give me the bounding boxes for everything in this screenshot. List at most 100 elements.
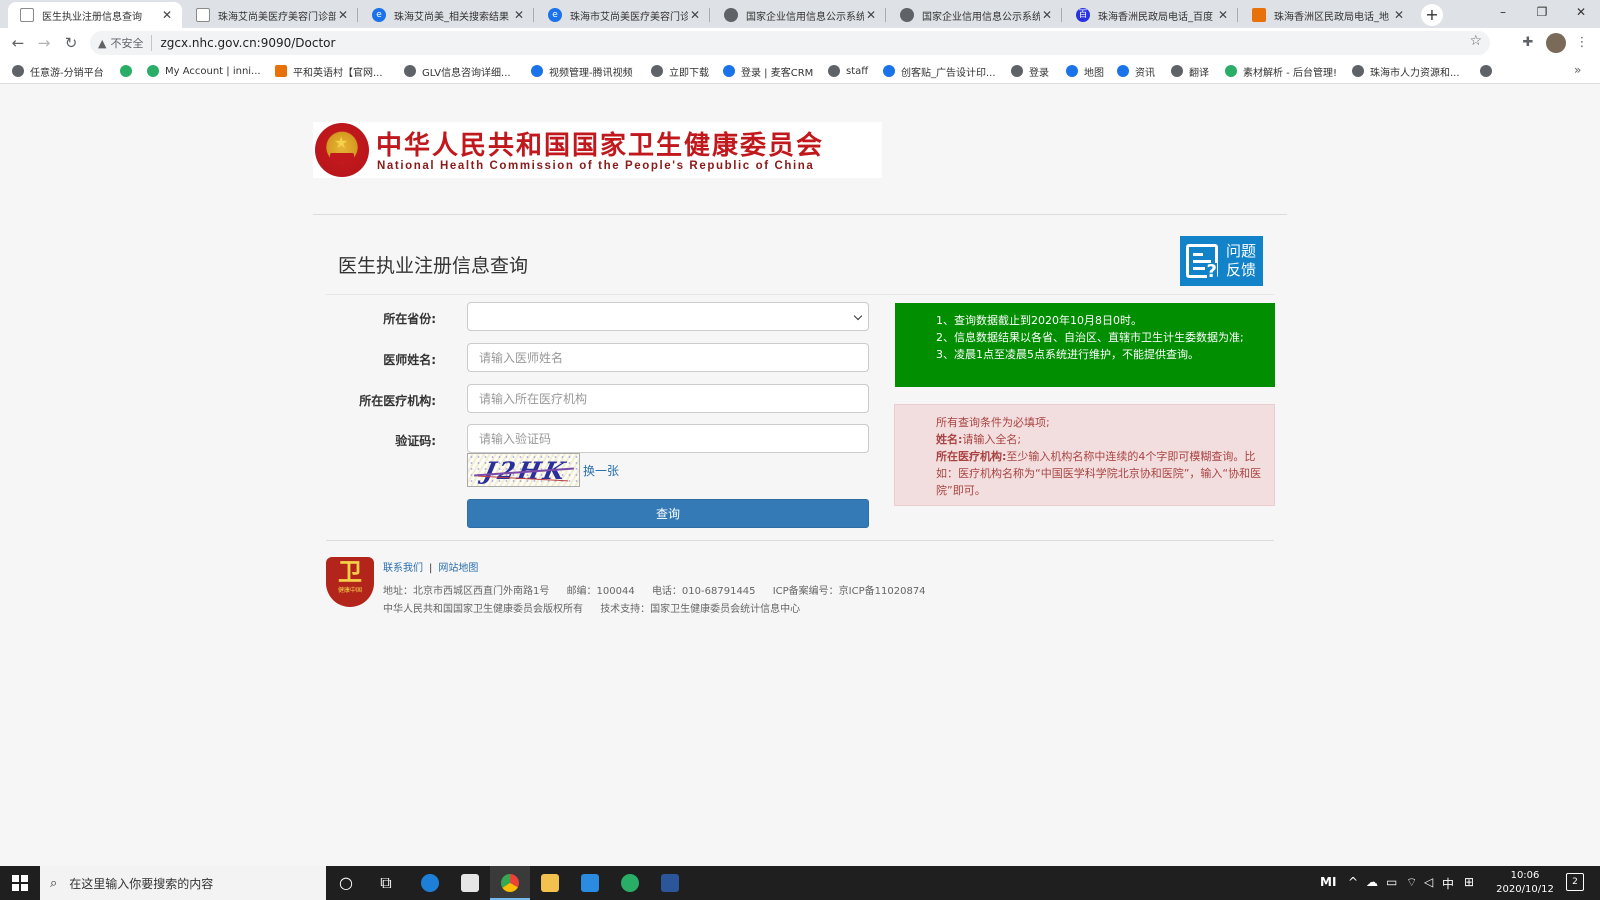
taskbar-search-box[interactable]: ⌕ 在这里输入你要搜索的内容: [40, 866, 326, 900]
bookmark-label: 登录 | 麦客CRM: [741, 67, 814, 79]
captcha-image[interactable]: J2HK: [467, 453, 580, 487]
close-tab-icon[interactable]: ✕: [160, 8, 174, 22]
close-tab-icon[interactable]: ✕: [688, 8, 702, 22]
refresh-captcha-link[interactable]: 换一张: [583, 462, 619, 479]
globe-icon: [1480, 65, 1492, 77]
page-icon: [275, 65, 287, 77]
warning-triangle-icon: ▲: [98, 36, 107, 50]
file-explorer-icon[interactable]: [530, 866, 570, 900]
doc-icon: [196, 8, 210, 22]
bookmark-star-icon[interactable]: ☆: [1469, 33, 1482, 49]
ime-indicator[interactable]: 中: [1442, 875, 1454, 892]
globe-icon: [724, 8, 738, 22]
institution-input[interactable]: [467, 384, 869, 413]
tab-doctor-query[interactable]: 医生执业注册信息查询 ✕: [8, 2, 182, 28]
windows-start-icon[interactable]: [12, 875, 28, 891]
tab-8[interactable]: 珠海香洲区民政局电话_地 ✕: [1240, 2, 1414, 28]
task-view-icon[interactable]: ⧉: [366, 866, 406, 900]
wifi-icon[interactable]: ⌔: [1406, 875, 1417, 890]
volume-muted-icon[interactable]: ◁: [1424, 875, 1433, 889]
sitemap-link[interactable]: 网站地图: [438, 563, 478, 574]
tab-divider: [357, 8, 358, 22]
tab-2[interactable]: 珠海艾尚美医疗美容门诊部 ✕: [184, 2, 358, 28]
bookmark-item[interactable]: GLV信息咨询详细...: [404, 62, 511, 80]
tab-5[interactable]: 国家企业信用信息公示系统 ✕: [712, 2, 886, 28]
bookmark-item[interactable]: 资讯: [1117, 62, 1155, 80]
reload-icon[interactable]: ↻: [61, 33, 81, 53]
bookmark-item[interactable]: 素材解析 - 后台管理!: [1225, 62, 1337, 80]
requirements-line: 所在医疗机构:至少输入机构名称中连续的4个字即可模糊查询。比如：医疗机构名称为“…: [936, 448, 1262, 499]
bookmark-item[interactable]: 任意游-分销平台: [12, 62, 104, 80]
bookmark-item[interactable]: 创客贴_广告设计印...: [883, 62, 996, 80]
feedback-button[interactable]: ? 问题反馈: [1180, 236, 1263, 286]
bookmark-item[interactable]: 珠海市人力资源和...: [1352, 62, 1460, 80]
contact-us-link[interactable]: 联系我们: [383, 563, 423, 574]
national-emblem-icon: ★: [315, 123, 369, 177]
url-text[interactable]: zgcx.nhc.gov.cn:9090/Doctor: [160, 36, 335, 50]
bookmark-item[interactable]: 登录 | 麦客CRM: [723, 62, 813, 80]
ime-mode-icon[interactable]: ⊞: [1464, 875, 1474, 889]
bookmark-item[interactable]: 平和英语村【官网...: [275, 62, 383, 80]
close-tab-icon[interactable]: ✕: [336, 8, 350, 22]
extensions-puzzle-icon[interactable]: ✚: [1518, 33, 1538, 53]
profile-avatar[interactable]: [1546, 33, 1566, 53]
bookmark-label: 珠海市人力资源和...: [1370, 67, 1460, 79]
edge-icon[interactable]: [410, 866, 450, 900]
province-select[interactable]: [467, 302, 869, 331]
bookmarks-bar: 任意游-分销平台 My Account | inni... 平和英语村【官网..…: [0, 58, 1600, 84]
search-icon: ⌕: [50, 875, 58, 891]
ie-icon: e: [372, 8, 386, 22]
battery-icon[interactable]: ▭: [1386, 875, 1397, 889]
bookmark-item[interactable]: staff: [828, 62, 868, 80]
bookmark-item[interactable]: My Account | inni...: [147, 62, 261, 80]
tab-divider: [1237, 8, 1238, 22]
tab-3[interactable]: e 珠海艾尚美_相关搜索结果 ✕: [360, 2, 534, 28]
footer-copyright: 中华人民共和国国家卫生健康委员会版权所有: [383, 604, 583, 615]
requirement-value: 请输入全名;: [962, 433, 1022, 446]
globe-icon: [1352, 65, 1364, 77]
word-icon[interactable]: [650, 866, 690, 900]
bookmark-item[interactable]: 翻译: [1171, 62, 1209, 80]
restore-button[interactable]: ❐: [1523, 0, 1561, 26]
minimize-button[interactable]: –: [1484, 0, 1522, 26]
bookmark-item[interactable]: 视频管理-腾讯视频: [531, 62, 633, 80]
close-tab-icon[interactable]: ✕: [1392, 8, 1406, 22]
notification-center-icon[interactable]: 2: [1566, 873, 1584, 891]
new-tab-button[interactable]: +: [1421, 4, 1443, 26]
tab-7[interactable]: 百 珠海香洲民政局电话_百度 ✕: [1064, 2, 1238, 28]
gov-site-badge-icon[interactable]: 卫 健康中国: [326, 557, 374, 607]
tab-4[interactable]: e 珠海市艾尚美医疗美容门诊 ✕: [536, 2, 710, 28]
store-icon[interactable]: [450, 866, 490, 900]
doc-icon: [20, 8, 34, 22]
chrome-icon[interactable]: [490, 866, 530, 900]
taskbar: ⌕ 在这里输入你要搜索的内容 ○ ⧉ MI ^ ☁ ▭ ⌔ ◁ 中 ⊞ 10:0…: [0, 866, 1600, 900]
mail-icon[interactable]: [570, 866, 610, 900]
wechat-icon[interactable]: [610, 866, 650, 900]
close-tab-icon[interactable]: ✕: [1216, 8, 1230, 22]
taskbar-clock[interactable]: 10:06 2020/10/12: [1492, 869, 1558, 897]
onedrive-icon[interactable]: ☁: [1366, 875, 1378, 889]
tab-6[interactable]: 国家企业信用信息公示系统 ✕: [888, 2, 1062, 28]
close-tab-icon[interactable]: ✕: [1040, 8, 1054, 22]
bookmark-item[interactable]: [120, 62, 138, 80]
bookmark-item[interactable]: 立即下载: [651, 62, 709, 80]
bookmark-item[interactable]: 登录: [1011, 62, 1049, 80]
doctor-name-input[interactable]: [467, 343, 869, 372]
site-banner[interactable]: ★ 中华人民共和国国家卫生健康委员会 National Health Commi…: [313, 122, 882, 178]
close-tab-icon[interactable]: ✕: [512, 8, 526, 22]
bookmark-item[interactable]: [1480, 62, 1498, 80]
bookmark-item[interactable]: 地图: [1066, 62, 1104, 80]
close-window-button[interactable]: ✕: [1562, 0, 1600, 26]
back-arrow-icon[interactable]: ←: [8, 33, 28, 53]
query-button[interactable]: 查询: [467, 499, 869, 528]
cortana-icon[interactable]: ○: [326, 866, 366, 900]
omnibox[interactable]: ▲ 不安全 zgcx.nhc.gov.cn:9090/Doctor ☆: [90, 31, 1490, 55]
forward-arrow-icon[interactable]: →: [34, 33, 54, 53]
close-tab-icon[interactable]: ✕: [864, 8, 878, 22]
security-label[interactable]: 不安全: [110, 35, 153, 51]
mi-icon[interactable]: MI: [1320, 875, 1336, 889]
bookmarks-overflow-button[interactable]: »: [1574, 63, 1581, 77]
kebab-menu-icon[interactable]: ⋮: [1572, 33, 1592, 53]
chevron-up-icon[interactable]: ^: [1348, 875, 1358, 889]
captcha-input[interactable]: [467, 424, 869, 453]
